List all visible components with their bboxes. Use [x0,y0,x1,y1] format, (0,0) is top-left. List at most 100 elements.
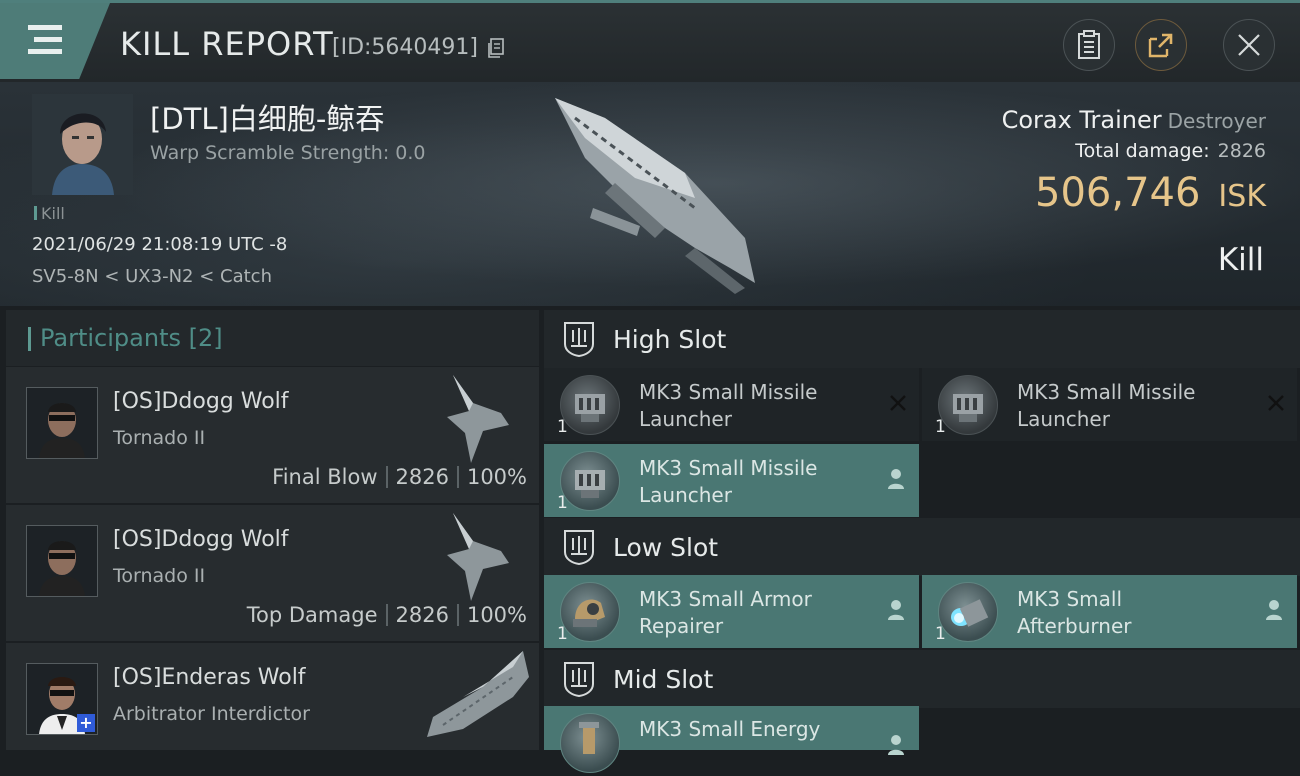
total-damage: Total damage: 2826 [1075,140,1266,162]
separator [456,466,459,488]
participant-avatar: + [26,663,98,735]
total-damage-value: 2826 [1217,140,1266,162]
module-name-line: Repairer [639,614,724,638]
participants-count: [2] [188,324,223,352]
isk-value: 506,746 ISK [1035,170,1266,216]
module-name-line: Launcher [639,407,732,431]
total-damage-label: Total damage: [1075,140,1210,162]
victim-panel: [DTL]白细胞-鲸吞 Warp Scramble Strength: 0.0 … [0,82,1300,306]
participant-role: Final Blow [272,465,378,489]
module-item[interactable]: 1 MK3 Small Armor Repairer [544,575,919,648]
close-button[interactable] [1223,19,1275,71]
header-marker [28,327,31,351]
dropped-icon [1266,600,1282,620]
warp-scramble-strength: Warp Scramble Strength: 0.0 [150,142,426,164]
module-name-line: MK3 Small Missile [639,456,818,480]
module-item[interactable]: 1 MK3 Small Missile Launcher [544,444,919,517]
participant-ship[interactable]: Tornado II [113,565,205,587]
participant-name[interactable]: [OS]Ddogg Wolf [113,389,289,414]
participant-row[interactable]: [OS]Ddogg Wolf Tornado II Top Damage 2826… [6,505,539,641]
victim-portrait[interactable] [32,94,133,195]
participants-panel: Participants [2] [OS]Ddogg Wolf Tornado … [6,310,539,750]
participant-ship[interactable]: Tornado II [113,427,205,449]
participant-percent: 100% [466,465,527,489]
mid-slot-header: Mid Slot [544,650,1300,708]
participant-role: Top Damage [246,603,378,627]
participant-avatar [26,525,98,597]
participants-header: Participants [2] [6,310,539,366]
armor-repairer-icon [560,582,620,642]
ship-name: Corax Trainer [1001,106,1162,134]
report-id: [ID:5640491] [332,35,478,60]
participant-name[interactable]: [OS]Enderas Wolf [113,665,306,690]
module-name: MK3 Small Afterburner [1017,586,1257,640]
module-item[interactable]: MK3 Small Energy [544,706,919,773]
participant-ship-image [427,651,529,737]
isk-unit: ISK [1218,179,1266,214]
page-title: KILL REPORT [120,25,334,63]
module-name-line: MK3 Small Missile [639,380,818,404]
tag-marker [34,206,37,220]
module-name-line: MK3 Small Missile [1017,380,1196,404]
participant-row[interactable]: [OS]Ddogg Wolf Tornado II Final Blow 2826… [6,367,539,503]
module-name-line: Afterburner [1017,614,1132,638]
low-slot-header: Low Slot [544,518,1300,576]
destroyed-icon [890,395,906,411]
high-slot-label: High Slot [613,325,727,354]
victim-ship[interactable]: Corax Trainer Destroyer [1002,106,1266,134]
participant-damage: 2826 [395,603,449,627]
isk-amount: 506,746 [1035,170,1201,216]
module-name-line: Launcher [639,483,732,507]
plus-icon: + [77,714,95,732]
clipboard-icon [1078,30,1100,59]
close-icon [1238,34,1260,56]
participant-ship-image [447,375,509,463]
separator [456,604,459,626]
participant-name[interactable]: [OS]Ddogg Wolf [113,527,289,552]
participant-stats: Final Blow 2826 100% [272,465,527,489]
clipboard-button[interactable] [1063,19,1115,71]
missile-launcher-icon [938,375,998,435]
avatar-image [27,388,97,458]
victim-name[interactable]: [DTL]白细胞-鲸吞 [150,96,384,138]
participant-avatar [26,387,98,459]
module-quantity: 1 [557,624,568,644]
module-name: MK3 Small Missile Launcher [639,379,879,433]
separator [385,466,388,488]
participant-row[interactable]: + [OS]Enderas Wolf Arbitrator Interdicto… [6,643,539,750]
copy-icon[interactable] [487,38,505,58]
module-quantity: 1 [935,417,946,437]
ship-class: Destroyer [1167,109,1266,133]
module-item[interactable]: 1 MK3 Small Missile Launcher [544,368,919,441]
energy-module-icon [560,713,620,773]
module-name-line: MK3 Small Energy [639,717,821,741]
module-name-line: Launcher [1017,407,1110,431]
module-name: MK3 Small Energy [639,716,879,743]
module-name-line: MK3 Small [1017,587,1122,611]
share-button[interactable] [1135,19,1187,71]
missile-launcher-icon [560,451,620,511]
participants-title: Participants [40,324,181,352]
module-item[interactable]: 1 MK3 Small Afterburner [922,575,1297,648]
kill-tag: Kill [34,204,65,223]
participant-percent: 100% [466,603,527,627]
participants-label: Participants [2] [40,324,223,352]
participant-ship[interactable]: Arbitrator Interdictor [113,703,310,725]
participant-ship-image [447,513,509,601]
high-slot-icon [564,322,594,358]
module-name: MK3 Small Missile Launcher [639,455,879,509]
module-item[interactable]: 1 MK3 Small Missile Launcher [922,368,1297,441]
kill-location[interactable]: SV5-8N < UX3-N2 < Catch [32,266,272,287]
module-name: MK3 Small Armor Repairer [639,586,879,640]
module-name: MK3 Small Missile Launcher [1017,379,1257,433]
separator [385,604,388,626]
missile-launcher-icon [560,375,620,435]
low-slot-label: Low Slot [613,533,719,562]
menu-icon [28,25,62,30]
victim-ship-image[interactable] [545,88,765,298]
kill-tag-label: Kill [41,204,65,223]
menu-button[interactable] [0,3,110,79]
module-quantity: 1 [557,417,568,437]
dropped-icon [888,469,904,489]
share-icon [1148,33,1173,58]
